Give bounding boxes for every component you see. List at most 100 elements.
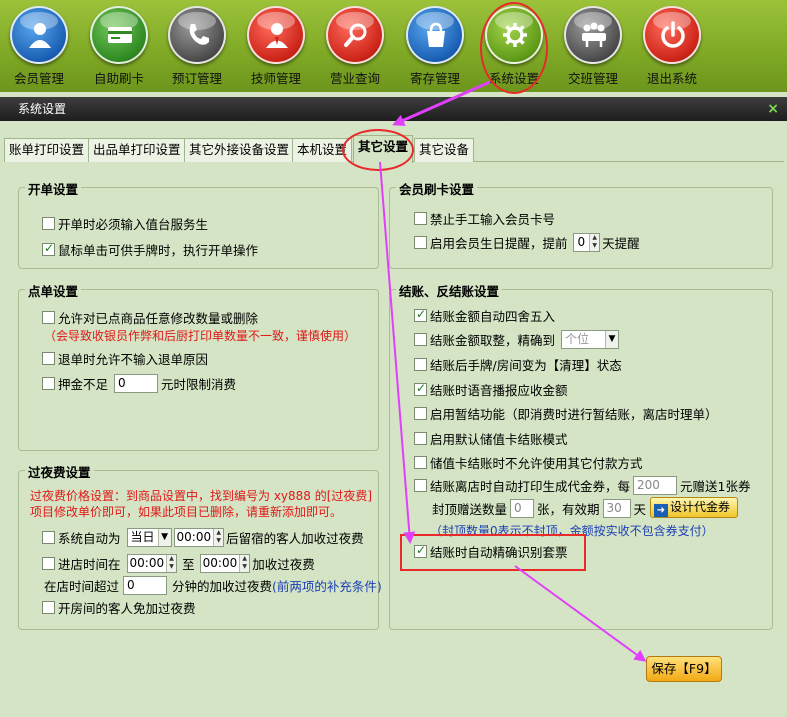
checkbox[interactable] bbox=[414, 479, 427, 492]
checkbox[interactable] bbox=[42, 352, 55, 365]
main-toolbar: 会员管理 自助刷卡 预订管理 技师管理 营业查询 寄存管理 系统设置 交班管理 … bbox=[0, 0, 787, 94]
enter-to-spinner[interactable]: 00:00 ▲ ▼ bbox=[199, 554, 251, 573]
option-label: 元时限制消费 bbox=[161, 377, 237, 392]
select-value: 个位 bbox=[565, 332, 590, 346]
tab-bill-print[interactable]: 账单打印设置 bbox=[4, 138, 90, 162]
checkout-cleanup-option[interactable]: 结账后手牌/房间变为【清理】状态 bbox=[414, 355, 622, 374]
overnight-time-spinner[interactable]: 00:00 ▲ ▼ bbox=[173, 528, 225, 547]
option-label: 后留宿的客人加收过夜费 bbox=[226, 531, 364, 546]
spinner-arrows-icon[interactable]: ▲ ▼ bbox=[213, 529, 224, 546]
spinner-arrows-icon[interactable]: ▲ ▼ bbox=[239, 555, 250, 572]
enter-from-spinner[interactable]: 00:00 ▲ ▼ bbox=[126, 554, 178, 573]
tab-other-devices[interactable]: 其它设备 bbox=[414, 138, 475, 162]
checkout-voucher-option[interactable]: 结账离店时自动打印生成代金券，每 200 元赠送1张券 bbox=[414, 476, 750, 495]
checkbox[interactable] bbox=[414, 456, 427, 469]
tab-local-settings[interactable]: 本机设置 bbox=[292, 138, 353, 162]
toolbar-label: 退出系统 bbox=[646, 71, 697, 86]
checkbox[interactable] bbox=[414, 333, 427, 346]
checkbox[interactable] bbox=[42, 531, 55, 544]
button-label: 设计代金券 bbox=[670, 500, 731, 514]
birthday-days-spinner[interactable]: 0 ▲ ▼ bbox=[572, 233, 601, 252]
toolbar-shift-button[interactable]: 交班管理 bbox=[554, 6, 632, 90]
order-modify-option[interactable]: 允许对已点商品任意修改数量或删除 bbox=[42, 308, 258, 327]
close-icon[interactable]: × bbox=[767, 97, 779, 121]
valid-days-input[interactable]: 30 bbox=[602, 499, 631, 518]
checkbox-checked[interactable] bbox=[414, 381, 427, 396]
member-birthday-option[interactable]: 启用会员生日提醒，提前 0 ▲ ▼ 天提醒 bbox=[414, 233, 640, 252]
overnight-free-option[interactable]: 开房间的客人免加过夜费 bbox=[42, 598, 196, 617]
checkbox[interactable] bbox=[42, 217, 55, 230]
checkout-round-option[interactable]: 结账金额自动四舍五入 bbox=[414, 306, 555, 325]
toolbar-settings-button[interactable]: 系统设置 bbox=[475, 6, 553, 90]
member-card-group: 会员刷卡设置 bbox=[389, 179, 773, 269]
option-label: 启用默认储值卡结账模式 bbox=[430, 432, 568, 447]
checkout-stored-only-option[interactable]: 储值卡结账时不允许使用其它付款方式 bbox=[414, 453, 643, 472]
spinner-value: 00:00 bbox=[202, 556, 238, 570]
toolbar-label: 系统设置 bbox=[488, 71, 539, 86]
option-label: 张，有效期 bbox=[537, 502, 600, 517]
card-icon bbox=[90, 6, 148, 64]
toolbar-technician-button[interactable]: 技师管理 bbox=[237, 6, 315, 90]
group-title: 结账、反结账设置 bbox=[396, 281, 503, 300]
checkbox[interactable] bbox=[414, 212, 427, 225]
bag-icon bbox=[406, 6, 464, 64]
overnight-enter-option[interactable]: 进店时间在 00:00 ▲ ▼ 至 00:00 ▲ ▼ 加收过夜费 bbox=[42, 554, 315, 573]
precision-select[interactable]: 个位 ▼ bbox=[561, 330, 620, 349]
shift-icon bbox=[564, 6, 622, 64]
toolbar-label: 会员管理 bbox=[13, 71, 64, 86]
tab-other-settings[interactable]: 其它设置 bbox=[353, 135, 414, 163]
checkbox[interactable] bbox=[414, 236, 427, 249]
checkbox[interactable] bbox=[414, 407, 427, 420]
spinner-value: 00:00 bbox=[129, 556, 165, 570]
checkbox-checked[interactable] bbox=[414, 307, 427, 322]
checkout-temp-option[interactable]: 启用暂结功能（即消费时进行暂结账，离店时理单） bbox=[414, 404, 718, 423]
overnight-auto-option[interactable]: 系统自动为 当日 ▼ 00:00 ▲ ▼ 后留宿的客人加收过夜费 bbox=[42, 528, 364, 547]
settings-tabstrip: 账单打印设置 出品单打印设置 其它外接设备设置 本机设置 其它设置 其它设备 bbox=[4, 135, 784, 163]
checkbox[interactable] bbox=[414, 432, 427, 445]
checkout-stored-card-option[interactable]: 启用默认储值卡结账模式 bbox=[414, 429, 568, 448]
checkout-voice-option[interactable]: 结账时语音播报应收金额 bbox=[414, 380, 568, 399]
stay-minutes-input[interactable]: 0 bbox=[123, 576, 168, 595]
toolbar-member-button[interactable]: 会员管理 bbox=[0, 6, 78, 90]
toolbar-card-button[interactable]: 自助刷卡 bbox=[80, 6, 158, 90]
overnight-day-select[interactable]: 当日 ▼ bbox=[126, 528, 172, 547]
checkbox[interactable] bbox=[42, 557, 55, 570]
option-label: 结账离店时自动打印生成代金券，每 bbox=[430, 479, 631, 494]
order-return-option[interactable]: 退单时允许不输入退单原因 bbox=[42, 349, 208, 368]
spinner-arrows-icon[interactable]: ▲ ▼ bbox=[166, 555, 177, 572]
save-button[interactable]: 保存【F9】 bbox=[646, 656, 722, 682]
open-bill-waiter-option[interactable]: 开单时必须输入值台服务生 bbox=[42, 214, 208, 233]
option-label: 天提醒 bbox=[602, 236, 640, 251]
member-no-manual-option[interactable]: 禁止手工输入会员卡号 bbox=[414, 209, 555, 228]
deposit-input[interactable]: 0 bbox=[114, 374, 159, 393]
option-label: 天 bbox=[633, 502, 647, 517]
checkbox-checked[interactable] bbox=[42, 241, 55, 256]
checkbox-checked[interactable] bbox=[414, 543, 427, 558]
toolbar-storage-button[interactable]: 寄存管理 bbox=[396, 6, 474, 90]
option-label: 结账金额取整，精确到 bbox=[430, 333, 556, 348]
design-voucher-button[interactable]: ➜ 设计代金券 bbox=[650, 497, 738, 518]
tab-product-print[interactable]: 出品单打印设置 bbox=[88, 138, 186, 162]
open-bill-click-option[interactable]: 鼠标单击可供手牌时，执行开单操作 bbox=[42, 240, 258, 259]
spinner-arrows-icon[interactable]: ▲ ▼ bbox=[589, 234, 600, 251]
voucher-amount-input[interactable]: 200 bbox=[633, 476, 678, 495]
toolbar-exit-button[interactable]: 退出系统 bbox=[633, 6, 711, 90]
checkbox[interactable] bbox=[42, 601, 55, 614]
toolbar-booking-button[interactable]: 预订管理 bbox=[158, 6, 236, 90]
option-label: 开房间的客人免加过夜费 bbox=[58, 601, 196, 616]
checkbox[interactable] bbox=[414, 358, 427, 371]
toolbar-label: 技师管理 bbox=[250, 71, 301, 86]
tab-external-devices[interactable]: 其它外接设备设置 bbox=[184, 138, 295, 162]
checkbox[interactable] bbox=[42, 377, 55, 390]
toolbar-label: 交班管理 bbox=[567, 71, 618, 86]
voucher-cap-row: 封顶赠送数量 0 张，有效期 30 天 bbox=[432, 499, 646, 518]
option-label: 分钟的加收过夜费 bbox=[172, 579, 273, 594]
checkout-integer-option[interactable]: 结账金额取整，精确到 个位 ▼ bbox=[414, 330, 620, 349]
checkout-package-option[interactable]: 结账时自动精确识别套票 bbox=[414, 542, 568, 561]
checkbox[interactable] bbox=[42, 311, 55, 324]
toolbar-query-button[interactable]: 营业查询 bbox=[316, 6, 394, 90]
toolbar-label: 预订管理 bbox=[171, 71, 222, 86]
cap-count-input[interactable]: 0 bbox=[510, 499, 535, 518]
dialog-title: 系统设置 bbox=[18, 102, 67, 116]
order-deposit-option[interactable]: 押金不足 0 元时限制消费 bbox=[42, 374, 236, 393]
